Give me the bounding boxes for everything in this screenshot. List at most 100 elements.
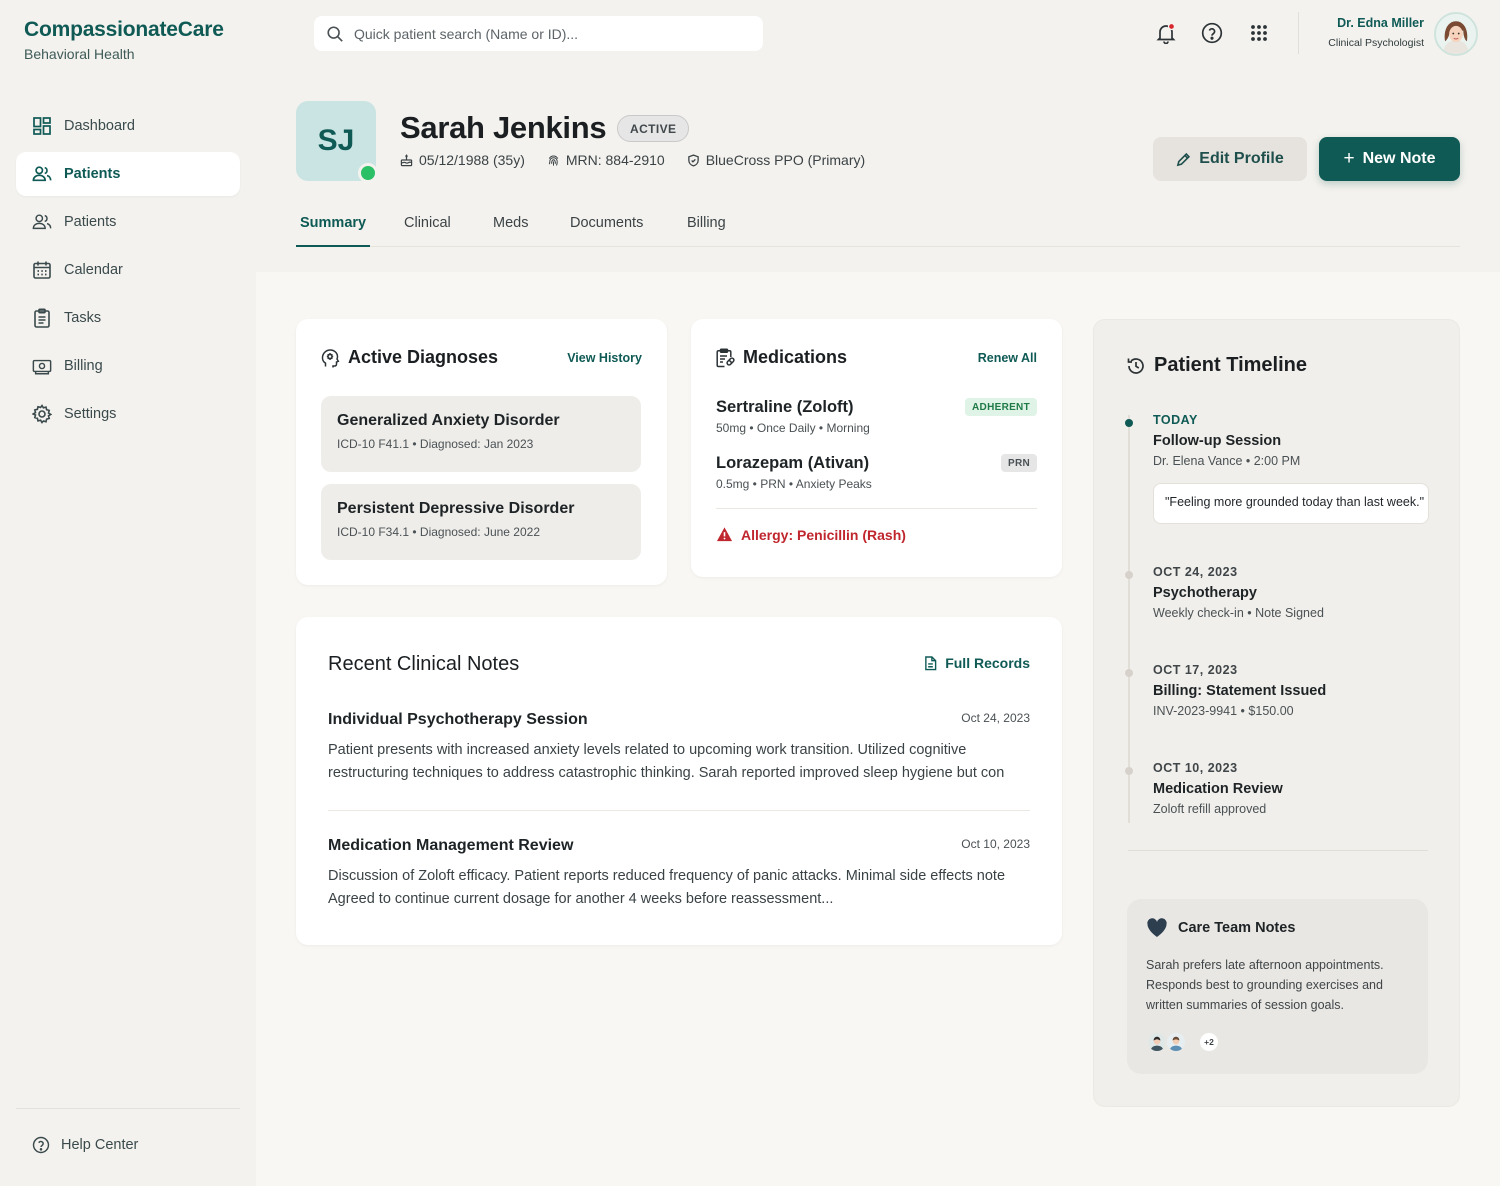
allergy-alert: Allergy: Penicillin (Rash) bbox=[716, 526, 906, 543]
clinical-notes-title: Recent Clinical Notes bbox=[328, 653, 520, 675]
renew-all-link[interactable]: Renew All bbox=[978, 351, 1037, 365]
status-badge: ACTIVE bbox=[617, 115, 690, 142]
sidebar-nav: Dashboard Patients Patients Calendar Tas… bbox=[16, 104, 240, 440]
users-icon bbox=[32, 214, 52, 230]
apps-grid-icon[interactable] bbox=[1248, 22, 1270, 44]
sidebar-item-patients[interactable]: Patients bbox=[16, 152, 240, 196]
note-date: Oct 10, 2023 bbox=[961, 837, 1030, 851]
allergy-text: Allergy: Penicillin (Rash) bbox=[741, 526, 906, 543]
sidebar-item-dashboard[interactable]: Dashboard bbox=[16, 104, 240, 148]
mrn-item: MRN: 884-2910 bbox=[547, 152, 665, 168]
brand-name[interactable]: CompassionateCare bbox=[24, 18, 224, 42]
avatar-illustration bbox=[1436, 14, 1476, 54]
diagnoses-title: Active Diagnoses bbox=[320, 347, 498, 368]
user-avatar[interactable] bbox=[1434, 12, 1478, 56]
sidebar-item-calendar[interactable]: Calendar bbox=[16, 248, 240, 292]
new-note-label: New Note bbox=[1362, 150, 1436, 167]
sidebar-item-billing[interactable]: Billing bbox=[16, 344, 240, 388]
full-records-link[interactable]: Full Records bbox=[924, 655, 1030, 671]
prn-badge: PRN bbox=[1000, 454, 1037, 472]
edit-profile-button[interactable]: Edit Profile bbox=[1153, 137, 1307, 181]
timeline-item[interactable]: OCT 24, 2023 Psychotherapy Weekly check-… bbox=[1125, 565, 1443, 620]
care-team-notes: Care Team Notes Sarah prefers late after… bbox=[1127, 899, 1428, 1074]
sidebar-item-label: Billing bbox=[64, 358, 103, 374]
pencil-icon bbox=[1177, 152, 1191, 166]
calendar-icon bbox=[33, 261, 51, 279]
avatar-illustration bbox=[1148, 1033, 1166, 1051]
diagnosis-item[interactable]: Generalized Anxiety Disorder ICD-10 F41.… bbox=[321, 396, 641, 472]
note-body-line: Agreed to continue current dosage for an… bbox=[328, 891, 834, 907]
search-input[interactable] bbox=[354, 25, 734, 42]
medications-title: Medications bbox=[715, 347, 847, 368]
brand-subtitle: Behavioral Health bbox=[24, 46, 135, 62]
timeline-item[interactable]: TODAY Follow-up Session Dr. Elena Vance … bbox=[1125, 413, 1443, 468]
clinical-note-item[interactable]: Individual Psychotherapy Session Oct 24,… bbox=[328, 711, 1030, 785]
timeline-dot bbox=[1125, 571, 1133, 579]
search-icon bbox=[327, 25, 343, 42]
sidebar-item-label: Tasks bbox=[64, 310, 102, 326]
diagnosis-name: Persistent Depressive Disorder bbox=[337, 500, 575, 517]
medications-divider bbox=[716, 508, 1037, 509]
patient-search[interactable] bbox=[314, 16, 763, 51]
full-records-label: Full Records bbox=[945, 655, 1030, 671]
timeline-item[interactable]: OCT 17, 2023 Billing: Statement Issued I… bbox=[1125, 663, 1443, 718]
more-team-members[interactable]: +2 bbox=[1198, 1031, 1220, 1053]
sidebar-item-tasks[interactable]: Tasks bbox=[16, 296, 240, 340]
timeline-event-title: Psychotherapy bbox=[1153, 585, 1257, 601]
medication-item[interactable]: Sertraline (Zoloft) 50mg • Once Daily • … bbox=[716, 398, 1037, 435]
note-title: Medication Management Review bbox=[328, 837, 574, 854]
help-icon bbox=[32, 1136, 50, 1154]
user-role: Clinical Psychologist bbox=[1328, 37, 1424, 49]
dashboard-icon bbox=[33, 117, 51, 135]
tab-clinical[interactable]: Clinical bbox=[404, 205, 451, 247]
tab-meds[interactable]: Meds bbox=[493, 205, 528, 247]
note-body: Discussion of Zoloft efficacy. Patient r… bbox=[328, 865, 1030, 911]
patient-tabs: Summary Clinical Meds Documents Billing bbox=[296, 205, 1460, 247]
mrn-text: MRN: 884-2910 bbox=[565, 152, 665, 168]
timeline-line bbox=[1128, 415, 1130, 823]
care-team-title-label: Care Team Notes bbox=[1178, 920, 1296, 936]
billing-icon bbox=[32, 359, 52, 375]
timeline-event-title: Medication Review bbox=[1153, 781, 1283, 797]
sidebar-item-label: Settings bbox=[64, 406, 117, 422]
patient-meta: 05/12/1988 (35y) MRN: 884-2910 BlueCross… bbox=[400, 152, 887, 168]
diagnosis-item[interactable]: Persistent Depressive Disorder ICD-10 F3… bbox=[321, 484, 641, 560]
timeline-item[interactable]: OCT 10, 2023 Medication Review Zoloft re… bbox=[1125, 761, 1443, 816]
timeline-event-detail: Zoloft refill approved bbox=[1153, 802, 1267, 816]
clipboard-icon bbox=[34, 308, 50, 328]
timeline-event-title: Follow-up Session bbox=[1153, 433, 1282, 449]
help-icon[interactable] bbox=[1201, 22, 1223, 44]
edit-profile-label: Edit Profile bbox=[1199, 150, 1284, 167]
heart-icon bbox=[1147, 918, 1167, 937]
sidebar-item-settings[interactable]: Settings bbox=[16, 392, 240, 436]
view-history-link[interactable]: View History bbox=[567, 351, 642, 365]
medications-card: Medications Renew All Sertraline (Zoloft… bbox=[691, 319, 1062, 577]
history-icon bbox=[1127, 357, 1144, 374]
diagnoses-title-label: Active Diagnoses bbox=[348, 347, 499, 367]
team-member-avatar[interactable] bbox=[1165, 1031, 1187, 1053]
sidebar-item-label: Patients bbox=[64, 166, 121, 182]
new-note-button[interactable]: + New Note bbox=[1319, 137, 1460, 181]
bell-icon[interactable] bbox=[1155, 22, 1177, 44]
diagnosis-detail: ICD-10 F41.1 • Diagnosed: Jan 2023 bbox=[337, 437, 534, 451]
sidebar-item-patients-secondary[interactable]: Patients bbox=[16, 200, 240, 244]
adherent-badge: ADHERENT bbox=[965, 398, 1037, 416]
tab-documents[interactable]: Documents bbox=[570, 205, 643, 247]
timeline-date: OCT 10, 2023 bbox=[1153, 761, 1238, 775]
note-body: Patient presents with increased anxiety … bbox=[328, 739, 1030, 785]
notes-divider bbox=[328, 810, 1030, 811]
tab-billing[interactable]: Billing bbox=[687, 205, 726, 247]
clinical-note-item[interactable]: Medication Management Review Oct 10, 202… bbox=[328, 837, 1030, 911]
medication-detail: 50mg • Once Daily • Morning bbox=[716, 421, 870, 435]
warning-icon bbox=[716, 527, 733, 542]
medication-name: Lorazepam (Ativan) bbox=[716, 454, 870, 472]
header-divider bbox=[1298, 12, 1299, 54]
tab-summary[interactable]: Summary bbox=[296, 205, 371, 247]
online-status-dot bbox=[358, 163, 378, 183]
medications-title-label: Medications bbox=[743, 347, 848, 367]
patient-timeline-panel: Patient Timeline TODAY Follow-up Session… bbox=[1093, 319, 1460, 1107]
user-name[interactable]: Dr. Edna Miller bbox=[1337, 16, 1424, 30]
document-icon bbox=[925, 655, 937, 670]
help-center-link[interactable]: Help Center bbox=[32, 1136, 138, 1154]
medication-item[interactable]: Lorazepam (Ativan) 0.5mg • PRN • Anxiety… bbox=[716, 454, 1037, 491]
